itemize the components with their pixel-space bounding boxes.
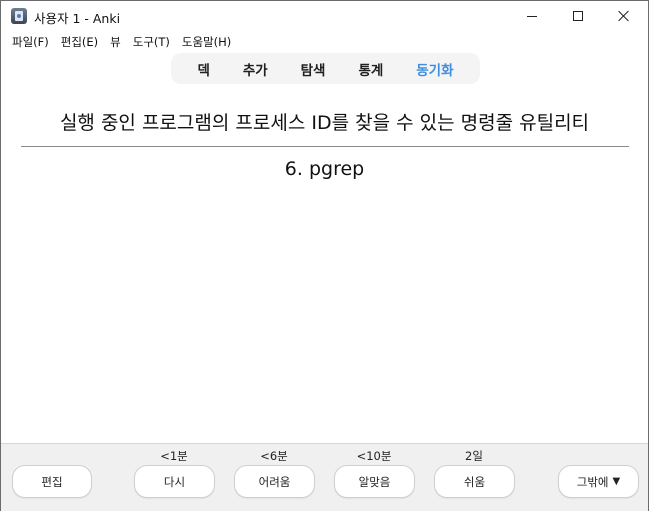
triangle-down-icon: ▼ bbox=[612, 476, 621, 487]
interval-easy: 2일 bbox=[465, 449, 483, 463]
interval-good: <10분 bbox=[356, 449, 392, 463]
tab-browse[interactable]: 탐색 bbox=[295, 57, 332, 81]
interval-hard: <6분 bbox=[260, 449, 288, 463]
menu-help[interactable]: 도움말(H) bbox=[177, 34, 236, 50]
menu-view[interactable]: 뷰 bbox=[105, 34, 126, 50]
tab-stats[interactable]: 통계 bbox=[352, 57, 389, 81]
review-bottom-bar: <1분 <6분 <10분 2일 편집 다시 어려움 알맞음 쉬움 그밖에 ▼ bbox=[1, 443, 648, 511]
hard-button[interactable]: 어려움 bbox=[234, 465, 315, 498]
edit-button[interactable]: 편집 bbox=[12, 465, 92, 498]
maximize-icon bbox=[573, 11, 583, 21]
easy-button[interactable]: 쉬움 bbox=[434, 465, 515, 498]
anki-app-icon bbox=[11, 8, 27, 24]
menu-bar: 파일(F) 편집(E) 뷰 도구(T) 도움말(H) bbox=[1, 32, 648, 52]
again-button-label: 다시 bbox=[163, 474, 186, 489]
menu-tools[interactable]: 도구(T) bbox=[128, 34, 175, 50]
maximize-button[interactable] bbox=[555, 1, 601, 31]
menu-edit[interactable]: 편집(E) bbox=[56, 34, 103, 50]
title-bar: 사용자 1 - Anki bbox=[1, 1, 648, 31]
card-answer: 6. pgrep bbox=[284, 158, 365, 180]
answer-divider bbox=[21, 146, 629, 147]
good-button[interactable]: 알맞음 bbox=[334, 465, 415, 498]
tab-add[interactable]: 추가 bbox=[237, 57, 274, 81]
main-toolbar: 덱 추가 탐색 통계 동기화 bbox=[171, 53, 480, 84]
interval-again: <1분 bbox=[160, 449, 188, 463]
edit-button-label: 편집 bbox=[41, 474, 63, 489]
easy-button-label: 쉬움 bbox=[463, 474, 486, 489]
more-button[interactable]: 그밖에 ▼ bbox=[558, 465, 639, 498]
menu-file[interactable]: 파일(F) bbox=[7, 34, 54, 50]
minimize-button[interactable] bbox=[509, 1, 555, 31]
anki-window: 사용자 1 - Anki 파일(F) 편집(E) 뷰 도구(T) 도움말(H) … bbox=[0, 0, 649, 511]
tab-decks[interactable]: 덱 bbox=[191, 57, 215, 81]
minimize-icon bbox=[527, 15, 537, 17]
more-button-label: 그밖에 bbox=[576, 474, 609, 489]
again-button[interactable]: 다시 bbox=[134, 465, 215, 498]
window-title: 사용자 1 - Anki bbox=[34, 11, 121, 26]
hard-button-label: 어려움 bbox=[258, 474, 291, 489]
good-button-label: 알맞음 bbox=[358, 474, 391, 489]
tab-sync[interactable]: 동기화 bbox=[410, 57, 459, 81]
close-icon bbox=[618, 10, 630, 22]
close-button[interactable] bbox=[601, 1, 647, 31]
card-question: 실행 중인 프로그램의 프로세스 ID를 찾을 수 있는 명령줄 유틸리티 bbox=[59, 112, 590, 134]
